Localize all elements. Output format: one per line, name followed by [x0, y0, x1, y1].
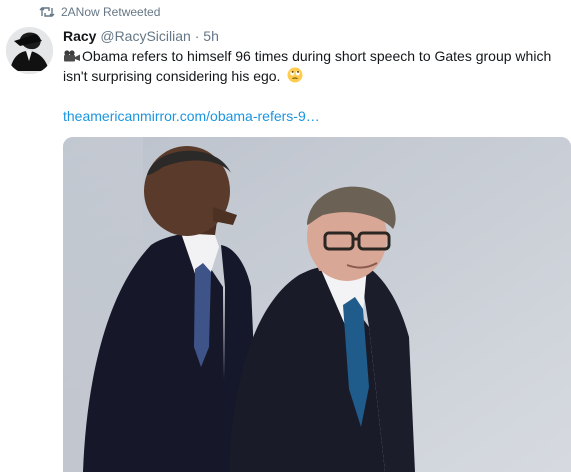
- rolling-eyes-emoji: [287, 67, 303, 83]
- tweet-header: Racy @RacySicilian · 5h: [63, 27, 219, 45]
- tweet-time[interactable]: 5h: [203, 28, 219, 44]
- movie-camera-icon: [63, 47, 81, 62]
- avatar[interactable]: [6, 27, 53, 74]
- tweet-body-text: Obama refers to himself 96 times during …: [63, 48, 552, 84]
- tweet-media-photo[interactable]: [63, 137, 571, 472]
- retweet-icon: [39, 5, 55, 19]
- meta-separator: ·: [194, 28, 200, 44]
- retweet-text: 2ANow Retweeted: [61, 5, 161, 19]
- author-display-name[interactable]: Racy: [63, 28, 96, 44]
- author-handle[interactable]: @RacySicilian: [100, 28, 190, 44]
- tweet-link[interactable]: theamericanmirror.com/obama-refers-9…: [63, 107, 320, 125]
- tweet-text: Obama refers to himself 96 times during …: [63, 46, 558, 86]
- retweet-banner[interactable]: 2ANow Retweeted: [39, 4, 160, 20]
